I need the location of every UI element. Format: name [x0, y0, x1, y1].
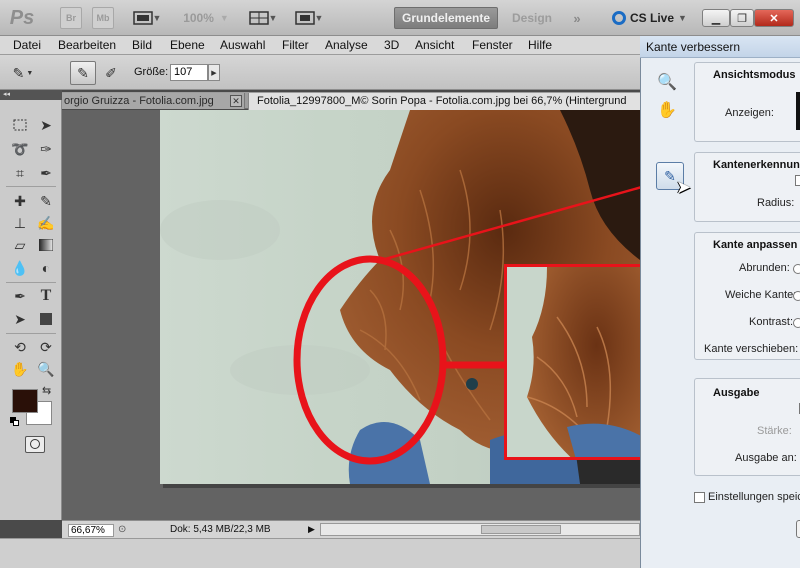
- zoom-field[interactable]: 66,67%: [68, 524, 114, 537]
- weiche-kante-slider[interactable]: [793, 291, 800, 301]
- abrunden-label: Abrunden:: [739, 262, 790, 274]
- zoom-inset: [504, 264, 640, 460]
- horizontal-scrollbar[interactable]: [320, 523, 640, 536]
- view-mode-title: Ansichtsmodus: [713, 69, 796, 81]
- scrollbar-thumb[interactable]: [481, 525, 561, 534]
- brush-icon: ✎: [664, 167, 676, 184]
- zoom-inset-image: [526, 267, 640, 457]
- smart-radius-checkbox[interactable]: [795, 175, 800, 186]
- radius-label: Radius:: [757, 197, 795, 209]
- adjust-edge-title: Kante anpassen: [713, 239, 798, 251]
- status-bar: 66,67% ⊙ Dok: 5,43 MB/22,3 MB ▶: [62, 520, 640, 538]
- annotation-connector-line: [377, 181, 657, 263]
- weiche-kante-label: Weiche Kante:: [725, 289, 797, 301]
- mouse-cursor-icon: ➤: [676, 177, 692, 197]
- kontrast-label: Kontrast:: [749, 316, 794, 328]
- zoom-tool-icon[interactable]: 🔍: [657, 72, 677, 92]
- edge-detection-title: Kantenerkennung: [713, 159, 800, 171]
- dialog-button[interactable]: [796, 520, 800, 538]
- view-preview-thumbnail[interactable]: [796, 92, 800, 130]
- annotation-circle: [293, 255, 447, 465]
- status-info-icon[interactable]: ⊙: [118, 524, 126, 535]
- anzeigen-label: Anzeigen:: [725, 107, 774, 119]
- edge-detection-group: Kantenerkennung Radius:: [694, 152, 800, 222]
- status-menu-arrow[interactable]: ▶: [308, 524, 315, 535]
- kontrast-slider[interactable]: [793, 318, 800, 328]
- document-size: Dok: 5,43 MB/22,3 MB: [170, 524, 271, 535]
- save-settings-checkbox[interactable]: [694, 492, 705, 503]
- output-group: Ausgabe Stärke: Ausgabe an:: [694, 378, 800, 476]
- adjust-edge-group: Kante anpassen Abrunden: Weiche Kante: K…: [694, 232, 800, 360]
- save-settings-label: Einstellungen speichern: [708, 491, 800, 503]
- output-title: Ausgabe: [713, 387, 760, 399]
- staerke-label: Stärke:: [757, 425, 792, 437]
- hand-tool-icon[interactable]: ✋: [657, 100, 677, 120]
- abrunden-slider[interactable]: [793, 264, 800, 274]
- dialog-title: Kante verbessern: [640, 36, 800, 58]
- view-mode-group: Ansichtsmodus Anzeigen:: [694, 62, 800, 142]
- ausgabe-an-label: Ausgabe an:: [735, 452, 797, 464]
- foreground-color-swatch[interactable]: [12, 389, 38, 413]
- kante-verschieben-label: Kante verschieben:: [704, 343, 799, 355]
